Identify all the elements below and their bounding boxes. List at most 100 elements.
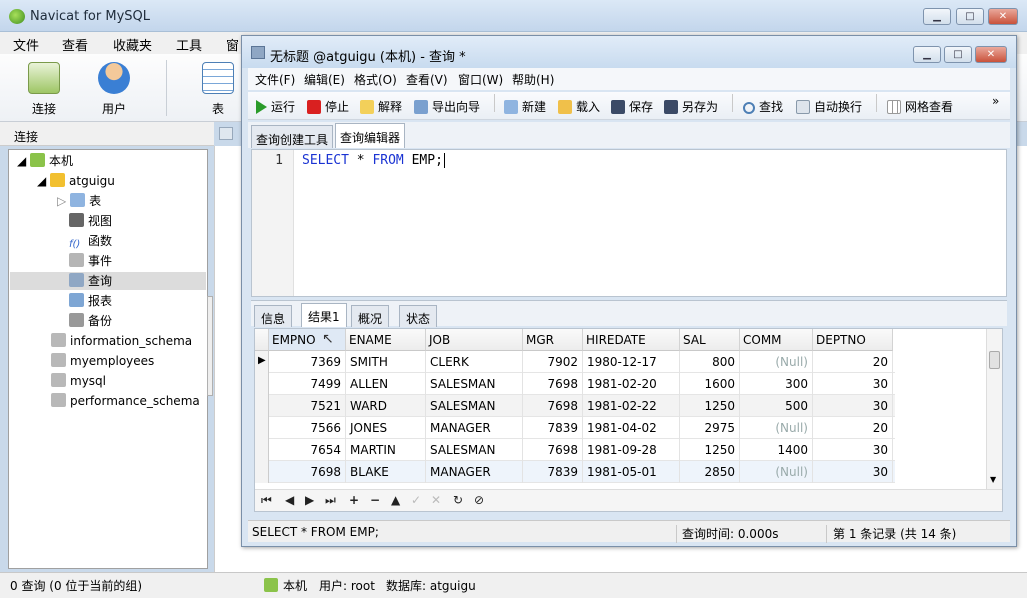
stop-loading-button[interactable]: ⊘ — [474, 493, 484, 507]
save-as-button[interactable]: 另存为 — [664, 98, 718, 115]
close-button[interactable]: ✕ — [988, 8, 1018, 25]
tree-item-performance-schema[interactable]: performance_schema — [51, 392, 200, 410]
cell-job[interactable]: CLERK — [426, 351, 523, 373]
cell-empno[interactable]: 7369 — [269, 351, 346, 373]
qmenu-window[interactable]: 窗口(W) — [458, 71, 503, 88]
find-button[interactable]: 查找 — [743, 98, 783, 115]
user-button[interactable]: 用户 — [84, 62, 144, 117]
cell-sal[interactable]: 1250 — [680, 395, 740, 417]
column-header-job[interactable]: JOB — [426, 329, 523, 351]
menu-file[interactable]: 文件 — [13, 35, 39, 54]
cell-deptno[interactable]: 30 — [813, 461, 893, 483]
apply-button[interactable]: ▲ — [391, 493, 400, 507]
result-grid[interactable]: EMPNO ENAME JOB MGR HIREDATE SAL COMM DE… — [254, 328, 1003, 512]
tree-item-reports[interactable]: 报表 — [69, 292, 112, 310]
tab-info[interactable]: 信息 — [254, 305, 293, 327]
prev-record-button[interactable]: ◀ — [285, 493, 294, 507]
column-header-ename[interactable]: ENAME — [346, 329, 426, 351]
qmenu-view[interactable]: 查看(V) — [406, 71, 448, 88]
grid-view-button[interactable]: 网格查看 — [887, 98, 953, 115]
cell-deptno[interactable]: 20 — [813, 417, 893, 439]
qmenu-file[interactable]: 文件(F) — [255, 71, 295, 88]
row-marker[interactable] — [255, 395, 269, 417]
tree-item-queries[interactable]: 查询 — [10, 272, 206, 290]
minimize-button[interactable]: ▁ — [923, 8, 951, 25]
cell-mgr[interactable]: 7698 — [523, 373, 583, 395]
cell-hiredate[interactable]: 1981-04-02 — [583, 417, 680, 439]
tab-status[interactable]: 状态 — [399, 305, 438, 327]
cell-hiredate[interactable]: 1981-02-20 — [583, 373, 680, 395]
table-row[interactable]: 7654 MARTIN SALESMAN 7698 1981-09-28 1250 1400… — [255, 439, 895, 461]
tree-item-views[interactable]: 视图 — [69, 212, 112, 230]
tree-item-functions[interactable]: f() 函数 — [69, 232, 112, 252]
menu-view[interactable]: 查看 — [62, 35, 88, 54]
cell-hiredate[interactable]: 1981-09-28 — [583, 439, 680, 461]
cell-job[interactable]: SALESMAN — [426, 395, 523, 417]
cell-hiredate[interactable]: 1981-02-22 — [583, 395, 680, 417]
next-record-button[interactable]: ▶ — [305, 493, 314, 507]
cell-job[interactable]: MANAGER — [426, 417, 523, 439]
scroll-thumb[interactable] — [989, 351, 1000, 369]
tab-profile[interactable]: 概况 — [351, 305, 390, 327]
menu-window[interactable]: 窗 — [226, 35, 239, 54]
cell-comm[interactable]: 300 — [740, 373, 813, 395]
qmenu-format[interactable]: 格式(O) — [354, 71, 397, 88]
cell-mgr[interactable]: 7698 — [523, 439, 583, 461]
query-minimize-button[interactable]: ▁ — [913, 46, 941, 63]
cell-comm[interactable]: 500 — [740, 395, 813, 417]
cell-hiredate[interactable]: 1981-05-01 — [583, 461, 680, 483]
column-header-mgr[interactable]: MGR — [523, 329, 583, 351]
cell-ename[interactable]: BLAKE — [346, 461, 426, 483]
cell-comm[interactable]: (Null) — [740, 417, 813, 439]
cell-sal[interactable]: 2850 — [680, 461, 740, 483]
cell-ename[interactable]: MARTIN — [346, 439, 426, 461]
cell-comm[interactable]: (Null) — [740, 461, 813, 483]
cell-empno[interactable]: 7654 — [269, 439, 346, 461]
export-wizard-button[interactable]: 导出向导 — [414, 98, 480, 115]
cell-ename[interactable]: JONES — [346, 417, 426, 439]
cell-mgr[interactable]: 7902 — [523, 351, 583, 373]
connection-tree[interactable]: ◢ 本机 ◢ atguigu ▷ 表 视图 f() 函数 事件 查询 报表 备份 … — [8, 149, 208, 569]
column-header-deptno[interactable]: DEPTNO — [813, 329, 893, 351]
cell-comm[interactable]: 1400 — [740, 439, 813, 461]
cell-ename[interactable]: ALLEN — [346, 373, 426, 395]
cell-ename[interactable]: SMITH — [346, 351, 426, 373]
menu-tools[interactable]: 工具 — [176, 35, 202, 54]
cell-comm[interactable]: (Null) — [740, 351, 813, 373]
cell-mgr[interactable]: 7839 — [523, 461, 583, 483]
cell-sal[interactable]: 1250 — [680, 439, 740, 461]
table-row[interactable]: 7566 JONES MANAGER 7839 1981-04-02 2975 (Null)… — [255, 417, 895, 439]
tree-item-mysql[interactable]: mysql — [51, 372, 106, 390]
cell-empno[interactable]: 7521 — [269, 395, 346, 417]
connect-button[interactable]: 连接 — [14, 62, 74, 117]
sql-editor[interactable]: 1 SELECT * FROM EMP; — [251, 149, 1007, 297]
table-row[interactable]: 7499 ALLEN SALESMAN 7698 1981-02-20 1600 300 30 — [255, 373, 895, 395]
row-marker[interactable]: ▶ — [255, 351, 269, 373]
confirm-button[interactable]: ✓ — [411, 493, 421, 507]
column-header-hiredate[interactable]: HIREDATE — [583, 329, 680, 351]
cell-mgr[interactable]: 7839 — [523, 417, 583, 439]
tab-query-editor[interactable]: 查询编辑器 — [335, 123, 406, 148]
column-header-sal[interactable]: SAL — [680, 329, 740, 351]
query-maximize-button[interactable]: □ — [944, 46, 972, 63]
row-marker[interactable] — [255, 439, 269, 461]
menu-favorites[interactable]: 收藏夹 — [113, 35, 152, 54]
sidebar-splitter[interactable] — [207, 296, 213, 396]
scroll-down-arrow-icon[interactable]: ▼ — [990, 475, 996, 484]
tree-item-events[interactable]: 事件 — [69, 252, 112, 270]
sql-text[interactable]: SELECT * FROM EMP; — [302, 153, 445, 168]
row-marker[interactable] — [255, 461, 269, 483]
explain-button[interactable]: 解释 — [360, 98, 402, 115]
tab-result1[interactable]: 结果1 — [301, 303, 347, 327]
tree-item-information-schema[interactable]: information_schema — [51, 332, 192, 350]
tree-item-backups[interactable]: 备份 — [69, 312, 112, 330]
load-button[interactable]: 载入 — [558, 98, 600, 115]
cell-ename[interactable]: WARD — [346, 395, 426, 417]
maximize-button[interactable]: □ — [956, 8, 984, 25]
last-record-button[interactable]: ⏭ — [325, 493, 336, 508]
cell-deptno[interactable]: 30 — [813, 439, 893, 461]
toolbar-overflow-button[interactable]: » — [992, 94, 999, 108]
table-row[interactable]: ▶ 7369 SMITH CLERK 7902 1980-12-17 800 (Null) 20 — [255, 351, 895, 373]
cell-mgr[interactable]: 7698 — [523, 395, 583, 417]
discard-button[interactable]: ✕ — [431, 493, 441, 507]
